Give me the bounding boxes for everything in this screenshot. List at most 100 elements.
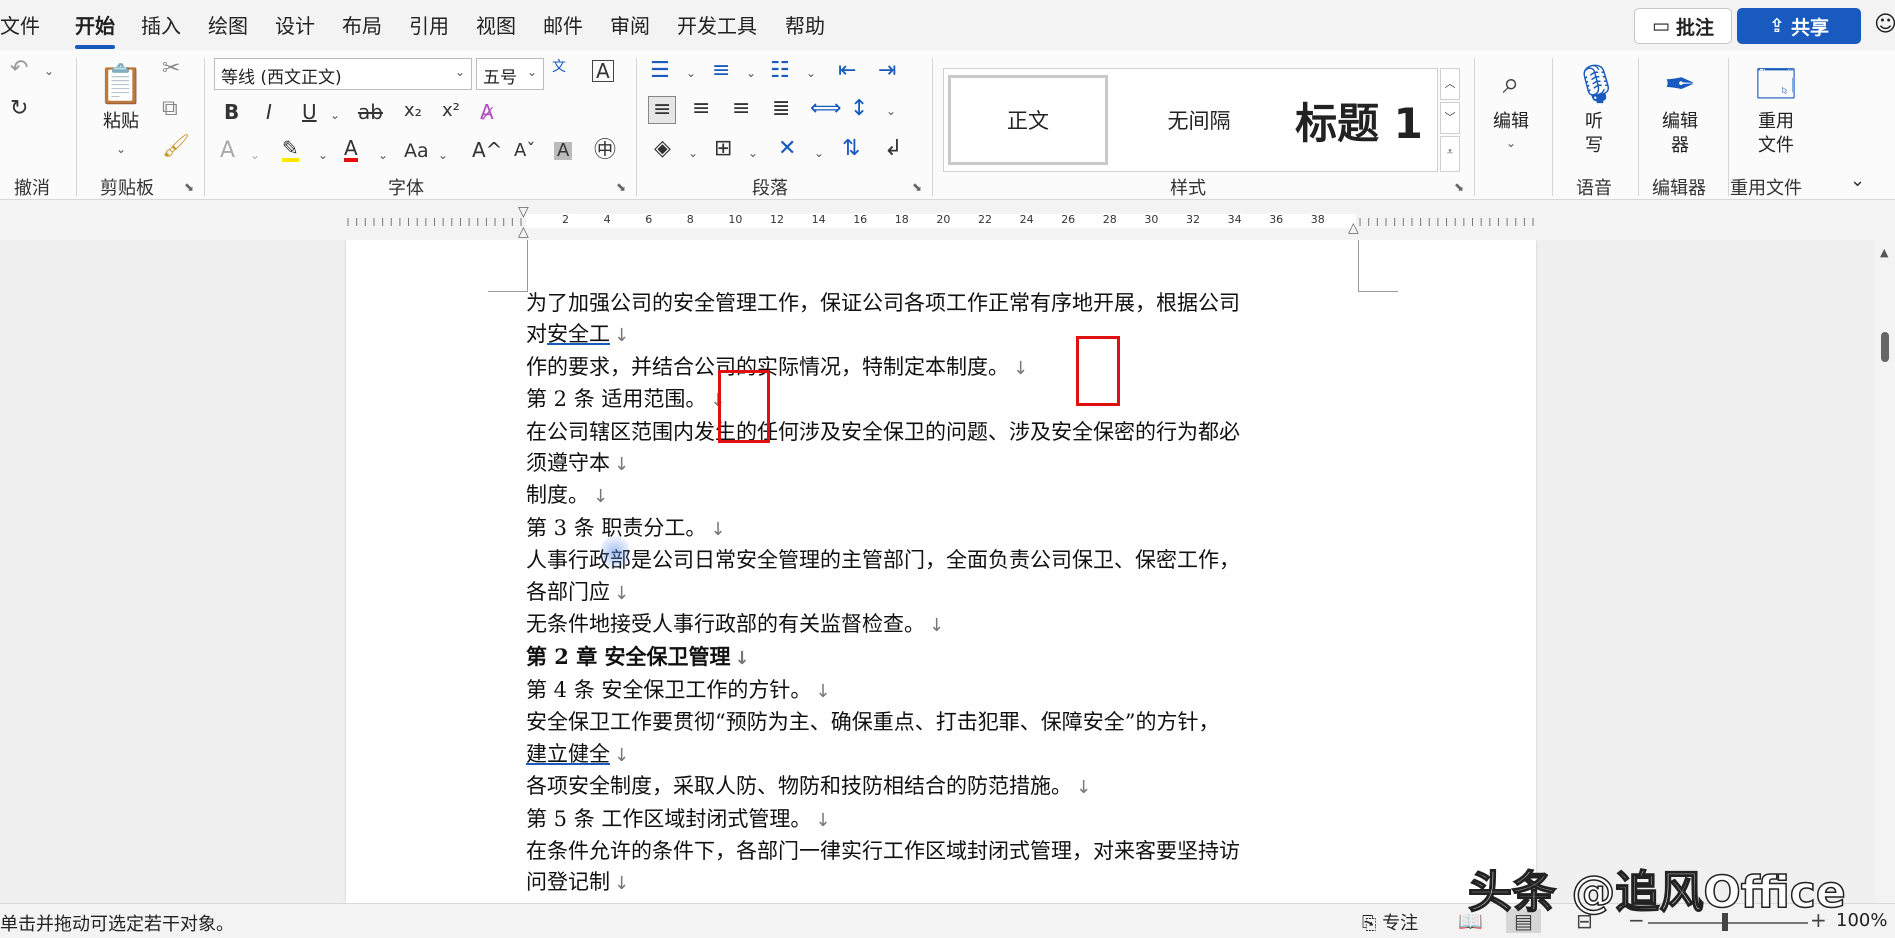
- focus-mode-button[interactable]: ⎘ 专注: [1362, 909, 1418, 935]
- shrink-font-icon[interactable]: Aˇ: [514, 142, 535, 160]
- decrease-indent-icon[interactable]: ⇤: [838, 60, 856, 82]
- redo-icon[interactable]: ↻: [10, 98, 28, 120]
- cut-icon[interactable]: ✂: [162, 58, 180, 80]
- editing-dropdown-icon[interactable]: ⌄: [1506, 136, 1516, 150]
- scroll-thumb[interactable]: [1881, 332, 1889, 362]
- document-paragraph[interactable]: 为了加强公司的安全管理工作，保证公司各项工作正常有序地开展，根据公司: [526, 288, 1346, 319]
- character-border-icon[interactable]: A: [592, 60, 614, 82]
- tab-draw[interactable]: 绘图: [208, 10, 248, 39]
- document-body[interactable]: 为了加强公司的安全管理工作，保证公司各项工作正常有序地开展，根据公司对安全工↓作…: [526, 288, 1346, 903]
- superscript-icon[interactable]: x²: [442, 102, 460, 120]
- document-paragraph[interactable]: 第 3 条 职责分工。↓: [526, 513, 1346, 545]
- line-spacing-dropdown-icon[interactable]: ⌄: [886, 104, 896, 118]
- sort-icon[interactable]: ⇅: [842, 138, 860, 160]
- clear-formatting-icon[interactable]: A̷: [480, 102, 494, 122]
- numbering-dropdown-icon[interactable]: ⌄: [746, 66, 756, 80]
- undo-dropdown-icon[interactable]: ⌄: [44, 64, 54, 78]
- italic-icon[interactable]: I: [266, 102, 272, 122]
- document-paragraph[interactable]: 各部门应↓: [526, 577, 1346, 609]
- chinese-layout-icon[interactable]: ✕: [778, 138, 796, 160]
- align-right-icon[interactable]: ≡: [732, 98, 750, 120]
- grow-font-icon[interactable]: A^: [472, 140, 502, 160]
- undo-icon[interactable]: ↶: [10, 58, 28, 80]
- multilevel-dropdown-icon[interactable]: ⌄: [806, 66, 816, 80]
- hanging-indent-marker-icon[interactable]: △: [518, 224, 529, 240]
- line-spacing-icon[interactable]: ↕: [850, 98, 868, 120]
- document-paragraph[interactable]: 第 4 条 安全保卫工作的方针。↓: [526, 675, 1346, 707]
- format-painter-icon[interactable]: 🖌: [162, 136, 190, 158]
- document-paragraph[interactable]: 须遵守本↓: [526, 448, 1346, 480]
- style-no-spacing[interactable]: 无间隔: [1119, 75, 1279, 165]
- gallery-expand-icon[interactable]: ⩡: [1440, 136, 1460, 172]
- tab-design[interactable]: 设计: [275, 10, 315, 39]
- justify-icon[interactable]: ≣: [772, 98, 790, 120]
- increase-indent-icon[interactable]: ⇥: [878, 60, 896, 82]
- style-heading-1[interactable]: 标题 1: [1284, 75, 1434, 165]
- tab-view[interactable]: 视图: [476, 10, 516, 39]
- character-shading-icon[interactable]: A: [554, 142, 572, 160]
- enclose-characters-icon[interactable]: ㊥: [594, 140, 616, 162]
- collapse-ribbon-icon[interactable]: ⌄: [1850, 172, 1865, 190]
- comment-button[interactable]: ▭ 批注: [1634, 8, 1732, 44]
- strikethrough-icon[interactable]: ab: [358, 102, 383, 122]
- document-page[interactable]: 为了加强公司的安全管理工作，保证公司各项工作正常有序地开展，根据公司对安全工↓作…: [346, 240, 1536, 903]
- bullets-icon[interactable]: ☰: [650, 60, 670, 82]
- styles-launcher-icon[interactable]: ⬊: [1454, 180, 1464, 194]
- document-paragraph[interactable]: 第 2 章 安全保卫管理↓: [526, 641, 1346, 674]
- chinese-layout-dropdown-icon[interactable]: ⌄: [814, 146, 824, 160]
- document-paragraph[interactable]: 在条件允许的条件下，各部门一律实行工作区域封闭式管理，对来客要坚持访: [526, 836, 1346, 867]
- tab-mailings[interactable]: 邮件: [543, 10, 583, 39]
- shading-dropdown-icon[interactable]: ⌄: [688, 146, 698, 160]
- copy-icon[interactable]: ⧉: [162, 98, 178, 120]
- document-paragraph[interactable]: 制度。↓: [526, 480, 1346, 512]
- multilevel-list-icon[interactable]: ☷: [770, 60, 790, 82]
- tab-file[interactable]: 文件: [0, 10, 40, 39]
- align-left-icon[interactable]: ≡: [648, 96, 676, 124]
- document-paragraph[interactable]: 在公司辖区范围内发生的任何涉及安全保卫的问题、涉及安全保密的行为都必: [526, 417, 1346, 448]
- paste-button[interactable]: 📋 粘贴: [96, 58, 146, 134]
- numbering-icon[interactable]: ≡: [712, 60, 730, 82]
- tab-review[interactable]: 审阅: [610, 10, 650, 39]
- align-center-icon[interactable]: ≡: [692, 98, 710, 120]
- document-paragraph[interactable]: 对安全工↓: [526, 319, 1346, 351]
- change-case-icon[interactable]: Aa: [404, 142, 429, 161]
- font-name-combo[interactable]: 等线 (西文正文) ⌄: [214, 58, 472, 90]
- tab-home[interactable]: 开始: [75, 10, 115, 39]
- tab-layout[interactable]: 布局: [342, 10, 382, 39]
- tab-references[interactable]: 引用: [409, 10, 449, 39]
- scroll-up-icon[interactable]: ▲: [1880, 246, 1888, 259]
- document-paragraph[interactable]: 作的要求，并结合公司的实际情况，特制定本制度。↓: [526, 352, 1346, 384]
- document-paragraph[interactable]: 建立健全↓: [526, 739, 1346, 771]
- borders-icon[interactable]: ⊞: [714, 138, 732, 160]
- underline-dropdown-icon[interactable]: ⌄: [330, 108, 340, 122]
- text-effects-dropdown-icon[interactable]: ⌄: [250, 148, 260, 162]
- paragraph-launcher-icon[interactable]: ⬊: [912, 180, 922, 194]
- zoom-slider[interactable]: [1648, 922, 1808, 924]
- dictate-button[interactable]: 🎙 听写: [1572, 58, 1616, 158]
- gallery-scroll-up-icon[interactable]: ︿: [1440, 68, 1460, 100]
- highlight-dropdown-icon[interactable]: ⌄: [318, 148, 328, 162]
- paste-dropdown-icon[interactable]: ⌄: [116, 142, 126, 156]
- document-paragraph[interactable]: 问登记制↓: [526, 867, 1346, 899]
- tab-help[interactable]: 帮助: [785, 10, 825, 39]
- text-effects-icon[interactable]: A: [220, 140, 235, 162]
- shading-icon[interactable]: ◈: [654, 138, 671, 160]
- font-color-dropdown-icon[interactable]: ⌄: [378, 148, 388, 162]
- vertical-scrollbar[interactable]: ▲: [1875, 240, 1895, 903]
- share-button[interactable]: ⇪ 共享: [1737, 8, 1861, 44]
- right-indent-marker-icon[interactable]: △: [1348, 220, 1359, 236]
- distributed-icon[interactable]: ⟺: [810, 98, 842, 120]
- tab-developer[interactable]: 开发工具: [677, 10, 757, 39]
- subscript-icon[interactable]: x₂: [404, 102, 422, 120]
- document-paragraph[interactable]: 无条件地接受人事行政部的有关监督检查。↓: [526, 609, 1346, 641]
- reuse-files-button[interactable]: 🗔 重用文件: [1738, 58, 1814, 158]
- tab-insert[interactable]: 插入: [141, 10, 181, 39]
- document-paragraph[interactable]: 第 5 条 工作区域封闭式管理。↓: [526, 804, 1346, 836]
- clipboard-launcher-icon[interactable]: ⬊: [184, 180, 194, 194]
- editor-button[interactable]: ✒ 编辑器: [1650, 58, 1710, 158]
- feedback-smiley-icon[interactable]: ☺: [1874, 12, 1895, 37]
- first-line-indent-marker-icon[interactable]: ▽: [518, 204, 529, 220]
- highlight-icon[interactable]: ✎: [282, 138, 299, 162]
- bullets-dropdown-icon[interactable]: ⌄: [686, 66, 696, 80]
- show-hide-marks-icon[interactable]: ↲: [884, 138, 902, 160]
